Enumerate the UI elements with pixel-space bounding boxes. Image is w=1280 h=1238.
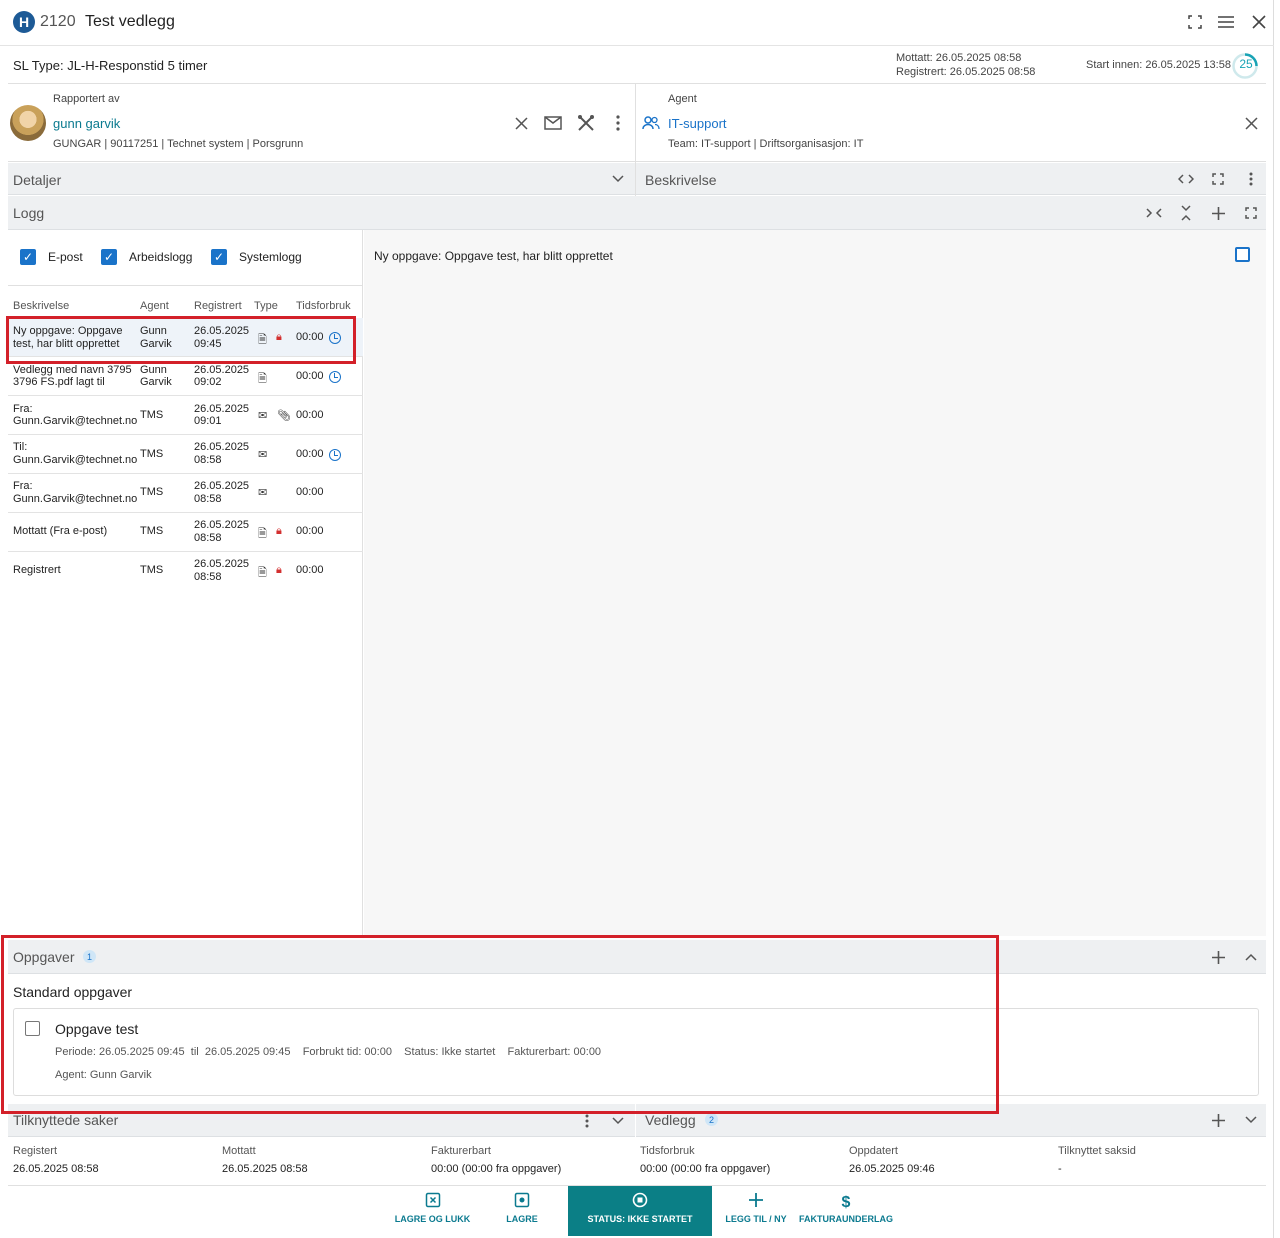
attachments-section-header[interactable]: Vedlegg: [636, 1104, 1266, 1137]
add-icon[interactable]: [1209, 1111, 1227, 1129]
task-group-title: Standard oppgaver: [13, 984, 133, 1000]
mail-icon: ✉: [258, 410, 268, 422]
document-icon: 🗎: [258, 373, 267, 385]
start-innen-text: Start innen: 26.05.2025 13:58: [1086, 59, 1231, 71]
app-logo: H: [13, 11, 35, 33]
col-header-time[interactable]: Tidsforbruk: [296, 300, 351, 312]
filter-systemlog-label: Systemlogg: [239, 250, 302, 264]
filter-email-checkbox[interactable]: ✓: [20, 249, 36, 265]
collapse-vertical-icon[interactable]: [1177, 204, 1195, 222]
log-section-header[interactable]: Logg: [8, 196, 1266, 230]
task-agent: Agent: Gunn Garvik: [55, 1069, 152, 1081]
more-vert-icon[interactable]: [578, 1112, 596, 1130]
stop-icon: [568, 1192, 712, 1214]
log-detail-panel: [364, 230, 1266, 936]
case-window: H 2120 Test vedlegg SL Type: JL-H-Respon…: [0, 0, 1274, 1238]
chevron-up-icon[interactable]: [1242, 948, 1260, 966]
sla-ring-value: 25: [1239, 57, 1253, 71]
reporter-name[interactable]: gunn garvik: [53, 116, 120, 131]
mottatt-text: Mottatt: 26.05.2025 08:58: [896, 52, 1022, 64]
sl-bar: SL Type: JL-H-Responstid 5 timer: [8, 46, 1266, 84]
registrert-text: Registrert: 26.05.2025 08:58: [896, 66, 1036, 78]
log-detail-text: Ny oppgave: Oppgave test, har blitt oppr…: [374, 249, 613, 263]
chevron-down-icon[interactable]: [1242, 1111, 1260, 1129]
document-icon: 🗎: [258, 334, 267, 346]
detail-checkbox[interactable]: [1235, 247, 1250, 262]
chevron-down-icon[interactable]: [609, 170, 627, 188]
agent-label: Agent: [668, 93, 697, 105]
document-icon: 🗎: [258, 528, 267, 540]
sl-type: SL Type: JL-H-Responstid 5 timer: [13, 58, 208, 73]
people-row: [8, 84, 1266, 162]
mail-icon: ✉: [258, 487, 268, 499]
clear-agent-icon[interactable]: [1242, 114, 1260, 132]
attachments-count-badge: 2: [705, 1113, 718, 1126]
reporter-details: GUNGAR | 90117251 | Technet system | Por…: [53, 138, 304, 150]
lock-icon: 🔒︎: [276, 564, 282, 576]
filter-worklog-checkbox[interactable]: ✓: [101, 249, 117, 265]
plus-icon: [720, 1192, 792, 1214]
filter-worklog-label: Arbeidslogg: [129, 250, 193, 264]
col-header-type[interactable]: Type: [254, 300, 278, 312]
case-title: Test vedlegg: [85, 13, 175, 30]
lock-icon: 🔒︎: [276, 525, 282, 537]
col-header-registered[interactable]: Registrert: [194, 300, 242, 312]
save-button[interactable]: LAGRE: [497, 1186, 547, 1236]
attachment-icon: 📎︎: [277, 410, 291, 422]
expand-icon[interactable]: [1209, 170, 1227, 188]
lock-icon: 🔒︎: [276, 331, 282, 343]
fullscreen-icon[interactable]: [1185, 12, 1205, 32]
save-icon: [497, 1192, 547, 1214]
reporter-label: Rapportert av: [53, 93, 120, 105]
add-new-button[interactable]: LEGG TIL / NY: [720, 1186, 792, 1236]
add-icon[interactable]: [1209, 948, 1227, 966]
col-header-agent[interactable]: Agent: [140, 300, 169, 312]
task-checkbox[interactable]: [25, 1021, 40, 1036]
mail-icon: ✉: [258, 449, 268, 461]
clock-icon: [329, 332, 341, 344]
document-icon: 🗎: [258, 567, 267, 579]
task-meta: Periode: 26.05.2025 09:45 til 26.05.2025…: [55, 1046, 602, 1058]
filter-systemlog-checkbox[interactable]: ✓: [211, 249, 227, 265]
description-section-header[interactable]: Beskrivelse: [636, 163, 1266, 195]
filter-email-label: E-post: [48, 250, 83, 264]
avatar: [10, 105, 46, 141]
code-icon[interactable]: [1177, 170, 1195, 188]
task-title[interactable]: Oppgave test: [55, 1021, 138, 1037]
tasks-count-badge: 1: [83, 950, 96, 963]
details-section-header[interactable]: Detaljer: [8, 163, 635, 195]
billing-basis-button[interactable]: $ FAKTURAUNDERLAG: [798, 1186, 894, 1236]
dollar-icon: $: [841, 1194, 851, 1211]
more-vert-icon[interactable]: [1242, 170, 1260, 188]
details-title: Detaljer: [13, 172, 62, 188]
menu-icon[interactable]: [1216, 12, 1236, 32]
case-number: 2120: [40, 13, 76, 30]
clock-icon: [329, 371, 341, 383]
close-icon[interactable]: [1249, 12, 1269, 32]
linked-cases-section-header[interactable]: Tilknyttede saker: [8, 1104, 635, 1137]
description-title: Beskrivelse: [645, 172, 717, 188]
save-close-button[interactable]: LAGRE OG LUKK: [390, 1186, 475, 1236]
agent-details: Team: IT-support | Driftsorganisasjon: I…: [668, 138, 864, 150]
title-bar: [0, 0, 1274, 46]
attachments-title: Vedlegg: [645, 1112, 696, 1128]
mail-icon[interactable]: [544, 114, 562, 132]
status-button[interactable]: STATUS: IKKE STARTET: [568, 1186, 712, 1236]
group-icon: [642, 114, 660, 132]
agent-name[interactable]: IT-support: [668, 116, 727, 131]
tools-icon[interactable]: [577, 114, 595, 132]
more-vert-icon[interactable]: [609, 114, 627, 132]
clock-icon: [329, 449, 341, 461]
log-title: Logg: [13, 205, 45, 221]
chevron-down-icon[interactable]: [609, 1112, 627, 1130]
tasks-section-header[interactable]: Oppgaver: [8, 940, 1266, 974]
save-close-icon: [390, 1192, 475, 1214]
col-header-description[interactable]: Beskrivelse: [13, 300, 69, 312]
expand-icon[interactable]: [1242, 204, 1260, 222]
tasks-title: Oppgaver: [13, 949, 75, 965]
linked-cases-title: Tilknyttede saker: [13, 1112, 119, 1128]
clear-reporter-icon[interactable]: [512, 114, 530, 132]
add-icon[interactable]: [1209, 204, 1227, 222]
collapse-horizontal-icon[interactable]: [1145, 204, 1163, 222]
